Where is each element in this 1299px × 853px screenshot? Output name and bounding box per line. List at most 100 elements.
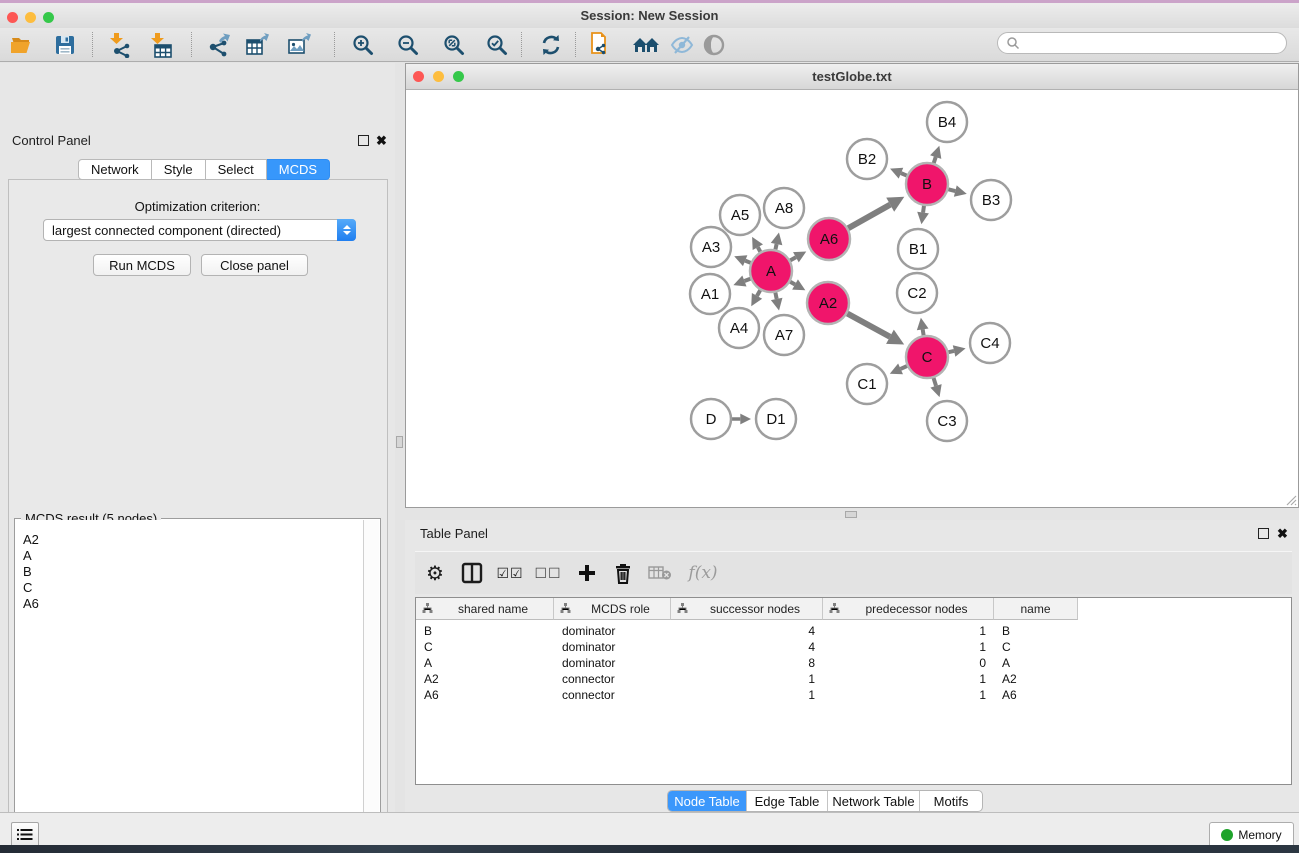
table-cell[interactable]: A2 [994, 671, 1078, 687]
network-window-titlebar[interactable]: testGlobe.txt [406, 64, 1298, 90]
close-traffic-light[interactable] [413, 71, 424, 82]
close-panel-icon[interactable]: ✖ [376, 135, 387, 146]
zoom-traffic-light[interactable] [453, 71, 464, 82]
graph-edge-A-A7[interactable] [775, 293, 776, 299]
export-network-button[interactable] [205, 31, 233, 59]
hide-panel-button[interactable] [668, 31, 696, 59]
graph-edge-A-A2[interactable] [790, 282, 795, 285]
add-column-button[interactable] [572, 559, 602, 587]
tab-motifs[interactable]: Motifs [920, 791, 982, 811]
table-cell[interactable]: 1 [823, 623, 994, 639]
graph-edge-A-A4[interactable] [757, 290, 760, 296]
zoom-fit-button[interactable] [440, 31, 468, 59]
table-cell[interactable]: dominator [554, 639, 671, 655]
graph-node-B[interactable]: B [906, 163, 948, 205]
graph-edge-B-B2[interactable] [901, 173, 907, 175]
column-header-predecessor-nodes[interactable]: predecessor nodes [823, 598, 994, 620]
zoom-out-button[interactable] [394, 31, 422, 59]
zoom-in-button[interactable] [349, 31, 377, 59]
table-cell[interactable]: A2 [416, 671, 554, 687]
table-cell[interactable]: dominator [554, 655, 671, 671]
resize-grip-icon[interactable] [1285, 494, 1297, 506]
graph-node-C2[interactable]: C2 [897, 273, 937, 313]
graph-node-A4[interactable]: A4 [719, 308, 759, 348]
table-row[interactable]: A2 connector 1 1 A2 [416, 671, 1078, 687]
graph-node-C3[interactable]: C3 [927, 401, 967, 441]
tab-network[interactable]: Network [78, 159, 152, 180]
graph-edge-C-C1[interactable] [901, 366, 907, 369]
minimize-traffic-light[interactable] [25, 12, 36, 23]
close-panel-button[interactable]: Close panel [201, 254, 308, 276]
graph-node-A5[interactable]: A5 [720, 195, 760, 235]
export-image-button[interactable] [286, 31, 314, 59]
tab-edge-table[interactable]: Edge Table [747, 791, 828, 811]
graph-edge-C-C2[interactable] [923, 329, 924, 335]
delete-table-button[interactable] [645, 559, 675, 587]
home-networks-button[interactable] [632, 31, 660, 59]
graph-edge-A6-B[interactable] [848, 205, 890, 229]
table-cell[interactable]: A [416, 655, 554, 671]
table-cell[interactable]: 4 [671, 623, 823, 639]
graph-node-B2[interactable]: B2 [847, 139, 887, 179]
graph-node-A[interactable]: A [750, 250, 792, 292]
graph-node-A8[interactable]: A8 [764, 188, 804, 228]
open-session-button[interactable] [8, 31, 36, 59]
graph-node-A1[interactable]: A1 [690, 274, 730, 314]
graph-node-A2[interactable]: A2 [807, 282, 849, 324]
table-cell[interactable]: dominator [554, 623, 671, 639]
graph-edge-B-B1[interactable] [923, 206, 924, 213]
list-item[interactable]: A [23, 548, 363, 564]
tab-style[interactable]: Style [152, 159, 206, 180]
graph-edge-B-B3[interactable] [948, 189, 955, 191]
table-row[interactable]: C dominator 4 1 C [416, 639, 1078, 655]
zoom-traffic-light[interactable] [43, 12, 54, 23]
import-table-button[interactable] [146, 31, 174, 59]
table-cell[interactable]: 1 [823, 639, 994, 655]
select-all-columns-button[interactable]: ☑☑ [495, 559, 525, 587]
function-builder-button[interactable]: f(x) [683, 559, 723, 587]
list-item[interactable]: A2 [23, 532, 363, 548]
graph-edge-A-A8[interactable] [775, 244, 776, 249]
graph-node-C4[interactable]: C4 [970, 323, 1010, 363]
graph-node-B4[interactable]: B4 [927, 102, 967, 142]
list-item[interactable]: B [23, 564, 363, 580]
column-header-shared-name[interactable]: shared name [416, 598, 554, 620]
table-row[interactable]: A dominator 8 0 A [416, 655, 1078, 671]
graph-edge-A-A1[interactable] [744, 279, 750, 281]
table-row[interactable]: B dominator 4 1 B [416, 623, 1078, 639]
graph-node-A7[interactable]: A7 [764, 315, 804, 355]
graph-edge-A-A3[interactable] [745, 261, 750, 263]
table-cell[interactable]: 1 [671, 671, 823, 687]
float-panel-icon[interactable] [1258, 528, 1269, 539]
run-mcds-button[interactable]: Run MCDS [93, 254, 191, 276]
graph-edge-A-A6[interactable] [790, 257, 796, 260]
network-from-clipboard-button[interactable] [587, 31, 615, 59]
criterion-dropdown[interactable]: largest connected component (directed) [43, 219, 356, 241]
close-panel-icon[interactable]: ✖ [1277, 528, 1288, 539]
tab-mcds[interactable]: MCDS [267, 159, 330, 180]
minimize-traffic-light[interactable] [433, 71, 444, 82]
graph-edge-B-B4[interactable] [934, 157, 936, 163]
result-scrollbar[interactable] [363, 520, 379, 853]
graph-node-A6[interactable]: A6 [808, 218, 850, 260]
tab-node-table[interactable]: Node Table [668, 791, 747, 811]
table-cell[interactable]: 8 [671, 655, 823, 671]
graph-node-B3[interactable]: B3 [971, 180, 1011, 220]
network-canvas[interactable]: B4B2BB3A8A5A6A3B1AA1C2A2A4A7C4CC1DC3D1 [406, 90, 1298, 508]
table-cell[interactable]: connector [554, 671, 671, 687]
table-cell[interactable]: 1 [823, 687, 994, 703]
table-cell[interactable]: 0 [823, 655, 994, 671]
horizontal-splitter-handle[interactable] [845, 511, 857, 518]
graph-node-D1[interactable]: D1 [756, 399, 796, 439]
table-cell[interactable]: B [994, 623, 1078, 639]
save-session-button[interactable] [51, 31, 79, 59]
column-header-successor-nodes[interactable]: successor nodes [671, 598, 823, 620]
table-cell[interactable]: A6 [994, 687, 1078, 703]
close-traffic-light[interactable] [7, 12, 18, 23]
show-tasks-button[interactable] [11, 822, 39, 847]
apply-layout-button[interactable] [537, 31, 565, 59]
column-header-name[interactable]: name [994, 598, 1078, 620]
table-settings-button[interactable]: ⚙ [420, 559, 450, 587]
graph-edge-A-A5[interactable] [758, 247, 761, 252]
graph-node-A3[interactable]: A3 [691, 227, 731, 267]
